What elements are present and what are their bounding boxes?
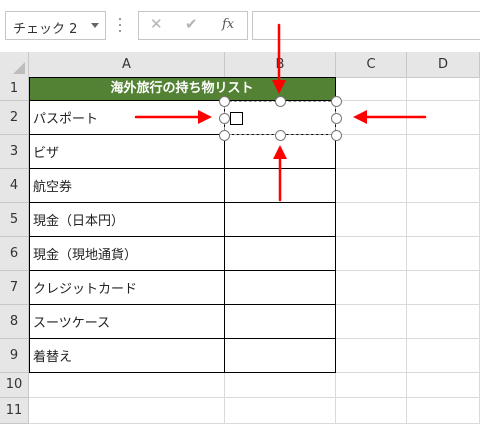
arrowhead-up-icon — [273, 145, 287, 159]
arrowhead-down-icon — [272, 80, 286, 94]
arrowhead-right-icon — [198, 110, 212, 124]
arrowhead-left-icon — [353, 110, 367, 124]
annotation-arrows — [134, 23, 427, 202]
